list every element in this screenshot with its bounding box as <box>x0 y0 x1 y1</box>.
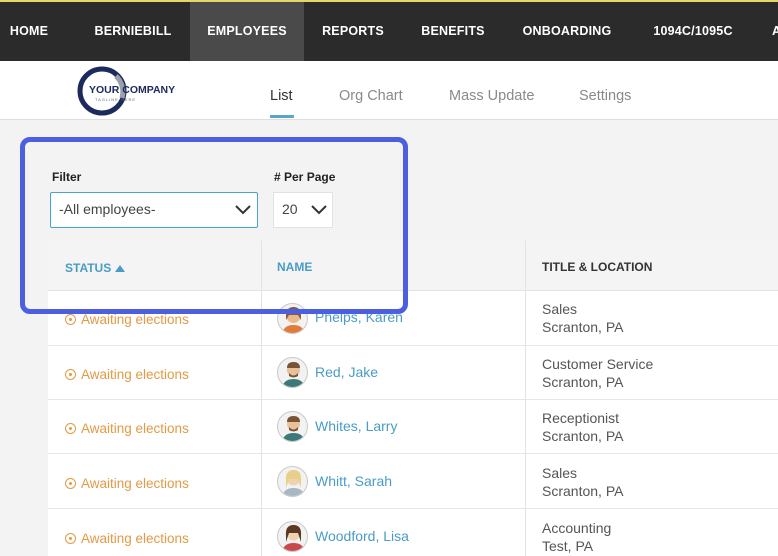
highlight-box <box>20 137 408 314</box>
title-location-column-header: TITLE & LOCATION <box>542 260 653 274</box>
employee-location: Scranton, PA <box>542 319 624 335</box>
top-nav: HOME BERNIEBILL EMPLOYEES REPORTS BENEFI… <box>0 0 778 61</box>
employee-title: Customer Service <box>542 356 654 372</box>
male-avatar-icon <box>277 357 308 388</box>
sub-header: YOUR COMPANY TAGLINE HERE List Org Chart… <box>0 61 778 120</box>
radio-dot-icon <box>65 314 76 325</box>
employee-title: Receptionist <box>542 410 620 426</box>
radio-dot-icon <box>65 478 76 489</box>
table-row[interactable]: Awaiting elections Whites, Larry Recepti… <box>48 400 778 454</box>
radio-dot-icon <box>65 423 76 434</box>
logo-tagline: TAGLINE HERE <box>95 97 136 102</box>
employee-location: Scranton, PA <box>542 483 624 499</box>
tab-org-chart[interactable]: Org Chart <box>339 88 403 104</box>
nav-1094c-1095c[interactable]: 1094C/1095C <box>643 2 743 61</box>
employee-location: Scranton, PA <box>542 374 624 390</box>
tab-list[interactable]: List <box>270 88 293 104</box>
tab-mass-update[interactable]: Mass Update <box>449 88 534 104</box>
radio-dot-icon <box>65 369 76 380</box>
status-cell[interactable]: Awaiting elections <box>65 312 189 327</box>
radio-dot-icon <box>65 533 76 544</box>
employee-location: Scranton, PA <box>542 428 624 444</box>
nav-benefits[interactable]: BENEFITS <box>413 2 493 61</box>
table-row[interactable]: Awaiting elections Red, Jake Customer Se… <box>48 346 778 400</box>
logo-text: YOUR COMPANY <box>89 84 175 96</box>
employee-title: Accounting <box>542 520 612 536</box>
employee-name-link[interactable]: Red, Jake <box>315 364 378 380</box>
nav-berniebill[interactable]: BERNIEBILL <box>86 2 180 61</box>
nav-onboarding[interactable]: ONBOARDING <box>514 2 620 61</box>
male-avatar-icon <box>277 411 308 442</box>
employee-location: Test, PA <box>542 538 594 554</box>
table-row[interactable]: Awaiting elections Whitt, Sarah Sales Sc… <box>48 455 778 509</box>
nav-more[interactable]: A <box>772 2 778 61</box>
active-tab-indicator <box>270 115 294 118</box>
employee-title: Sales <box>542 301 578 317</box>
nav-reports[interactable]: REPORTS <box>313 2 393 61</box>
female-avatar-icon <box>277 466 308 497</box>
nav-employees[interactable]: EMPLOYEES <box>190 2 304 61</box>
company-logo[interactable]: YOUR COMPANY TAGLINE HERE <box>76 64 176 118</box>
status-cell[interactable]: Awaiting elections <box>65 421 189 436</box>
status-cell[interactable]: Awaiting elections <box>65 367 189 382</box>
employee-name-link[interactable]: Woodford, Lisa <box>315 528 409 544</box>
status-cell[interactable]: Awaiting elections <box>65 476 189 491</box>
table-row[interactable]: Awaiting elections Woodford, Lisa Accoun… <box>48 510 778 556</box>
tab-settings[interactable]: Settings <box>579 88 631 104</box>
status-cell[interactable]: Awaiting elections <box>65 531 189 546</box>
female-avatar-icon <box>277 521 308 552</box>
employee-name-link[interactable]: Whites, Larry <box>315 418 397 434</box>
nav-home[interactable]: HOME <box>0 2 58 61</box>
employee-title: Sales <box>542 465 578 481</box>
employee-name-link[interactable]: Whitt, Sarah <box>315 473 392 489</box>
